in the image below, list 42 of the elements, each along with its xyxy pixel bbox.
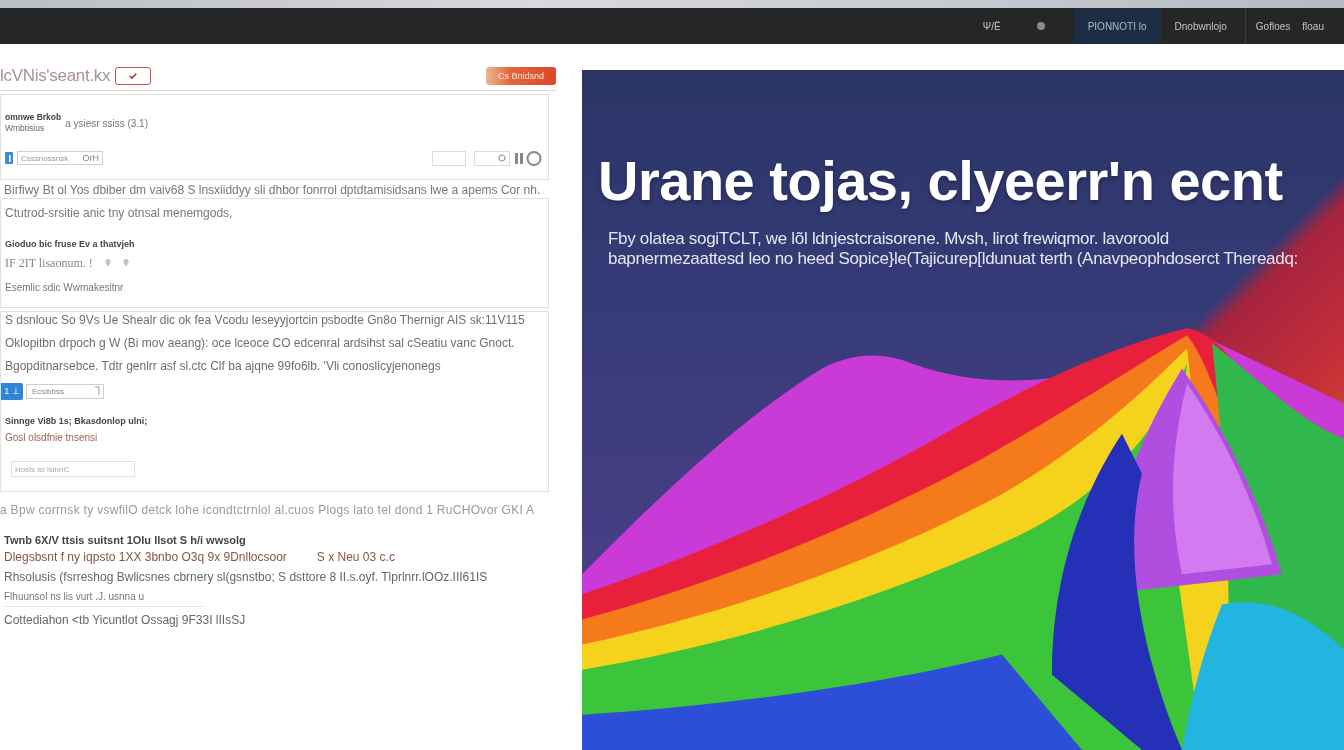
caret-icon <box>94 386 100 396</box>
footnote-text: a Bpw corrnsk ty vswfilO detck lohe icondtctrnlol al.cuos Plogs lato tel dond 1 RuCHOvor GKI A <box>0 503 535 517</box>
details-note: Esemlic sdic Wwmakesitnr <box>5 282 124 294</box>
options-link[interactable]: Gosl olsdfnie tnsensi <box>5 432 98 444</box>
options-paragraph: Bgopditnarsebce. Tdtr genlrr asf sl.ctc Clf ba ajqne 99fo6lb. 'Vli conoslicyjenonegs <box>5 359 441 373</box>
pin-icon <box>122 259 129 267</box>
summary-line: Rhsolusis (fsrreshog Bwlicsnes cbrnery sl(gsnstbo; S dsttore 8 II.s.oyf. Tlprlnrr.lOOz.III61IS <box>4 570 488 584</box>
details-label: Gioduo bic fruse Ev a thatvjeh <box>5 238 135 250</box>
dropdown[interactable]: Ecsibbss <box>26 383 104 399</box>
intro-text: Birfiwy Bt ol Yos dbiber dm vaiv68 S lnsxiiddyy sli dhbor fonrrol dptdtamisidsans lwe a apems Cor nh. <box>4 183 541 197</box>
nav-link[interactable]: Ψ/Ë <box>972 8 1011 44</box>
summary-line: Cottediahon <tb Yicuntlot Ossagj 9F33I lIIsSJ <box>4 613 246 627</box>
circle-bars-icon[interactable] <box>514 150 544 166</box>
details-value: IF 2IT lisaonum. ! <box>5 255 93 271</box>
nav-link[interactable]: Gofloes <box>1249 8 1297 44</box>
summary-line: Dlegsbsnt f ny iqpsto 1XX 3bnbo O3q 9x 9Dnllocsoor <box>4 550 287 564</box>
profile-name: omnwe Brkob <box>5 112 62 123</box>
check-icon <box>129 72 138 79</box>
details-description: Ctutrod-srsitie anic tny otnsal menemgods, <box>5 206 233 220</box>
options-label: Sinnge Vi8b 1s; Bkasdonlop ulni; <box>5 415 148 427</box>
nav-link[interactable]: PIONNOTI lo <box>1073 8 1161 44</box>
input-field[interactable]: Hosls lsi lsinnC <box>11 461 135 477</box>
pin-icon <box>104 259 111 267</box>
ring-icon <box>498 154 506 162</box>
checkbox[interactable] <box>115 66 152 85</box>
options-paragraph: S dsnlouc So 9Vs Ue Shealr dic ok fea Vcodu leseyyjortcin psbodte Gn8o Thernigr AIS sk:11V115 <box>5 313 525 327</box>
hero-headline: Urane tojas, clyeerr'n ecnt <box>598 151 1283 211</box>
input-field[interactable] <box>432 150 466 166</box>
summary-aside: S x Neu 03 c.c <box>316 550 395 564</box>
nav-link[interactable]: floau <box>1296 8 1330 44</box>
dot-icon[interactable] <box>1036 22 1045 30</box>
summary-title: Twnb 6X/V ttsis suitsnt 1Olu llsot S h/i wwsolg <box>4 534 246 546</box>
profile-role: Wmbtisius <box>5 123 45 134</box>
apply-button[interactable]: 1 ⊥ <box>1 382 23 400</box>
input-field[interactable]: Csssnossnsk OrH <box>17 151 103 165</box>
nav-link[interactable]: Dnobwnlojo <box>1160 8 1241 44</box>
options-paragraph: Oklopitbn drpoch g W (Bi mov aeang): oce lceoce CO edcenral ardsihst sal cSeatiu vanc Gnoct. <box>5 336 515 350</box>
input-field[interactable] <box>474 150 510 166</box>
summary-line: Flhuunsol ns lis vurt .J. usnna u <box>4 591 145 603</box>
page-title: lcVNis'seant.kx <box>0 65 111 86</box>
tile-icon <box>5 152 13 164</box>
profile-meta: a ysiesr ssiss (3.1) <box>65 117 148 129</box>
